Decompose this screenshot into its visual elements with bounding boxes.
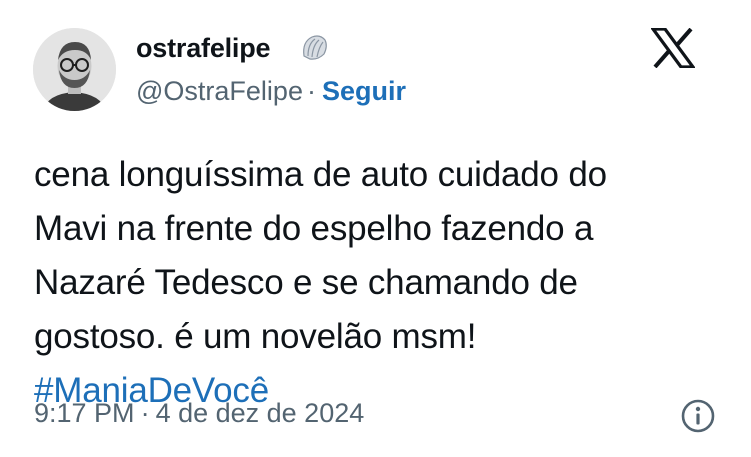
follow-button[interactable]: Seguir (322, 76, 406, 106)
avatar-image (33, 28, 116, 111)
tweet-text-line: cena longuíssima de auto cuidado do (34, 155, 607, 194)
avatar[interactable] (33, 28, 116, 111)
tweet-timestamp[interactable]: 9:17 PM · 4 de dez de 2024 (34, 398, 364, 429)
tweet-date: 4 de dez de 2024 (155, 398, 365, 428)
tweet-text: cena longuíssima de auto cuidado do Mavi… (34, 148, 724, 418)
x-logo-icon[interactable] (651, 28, 695, 68)
handle-separator: · (306, 76, 316, 106)
timestamp-separator: · (140, 398, 150, 428)
author-handle[interactable]: @OstraFelipe (136, 76, 303, 106)
author-handle-row: @OstraFelipe · Seguir (136, 76, 406, 107)
tweet-text-line: Mavi na frente do espelho fazendo a (34, 209, 594, 248)
tweet-card: ostrafelipe @OstraFelipe · Seguir cena lon… (0, 0, 751, 457)
shell-badge-icon (303, 35, 327, 60)
tweet-text-line: Nazaré Tedesco e se chamando de (34, 263, 578, 302)
tweet-time: 9:17 PM (34, 398, 135, 428)
author-display-name[interactable]: ostrafelipe (136, 33, 271, 64)
info-icon[interactable] (680, 398, 716, 434)
tweet-text-line: gostoso. é um novelão msm! (34, 317, 477, 356)
